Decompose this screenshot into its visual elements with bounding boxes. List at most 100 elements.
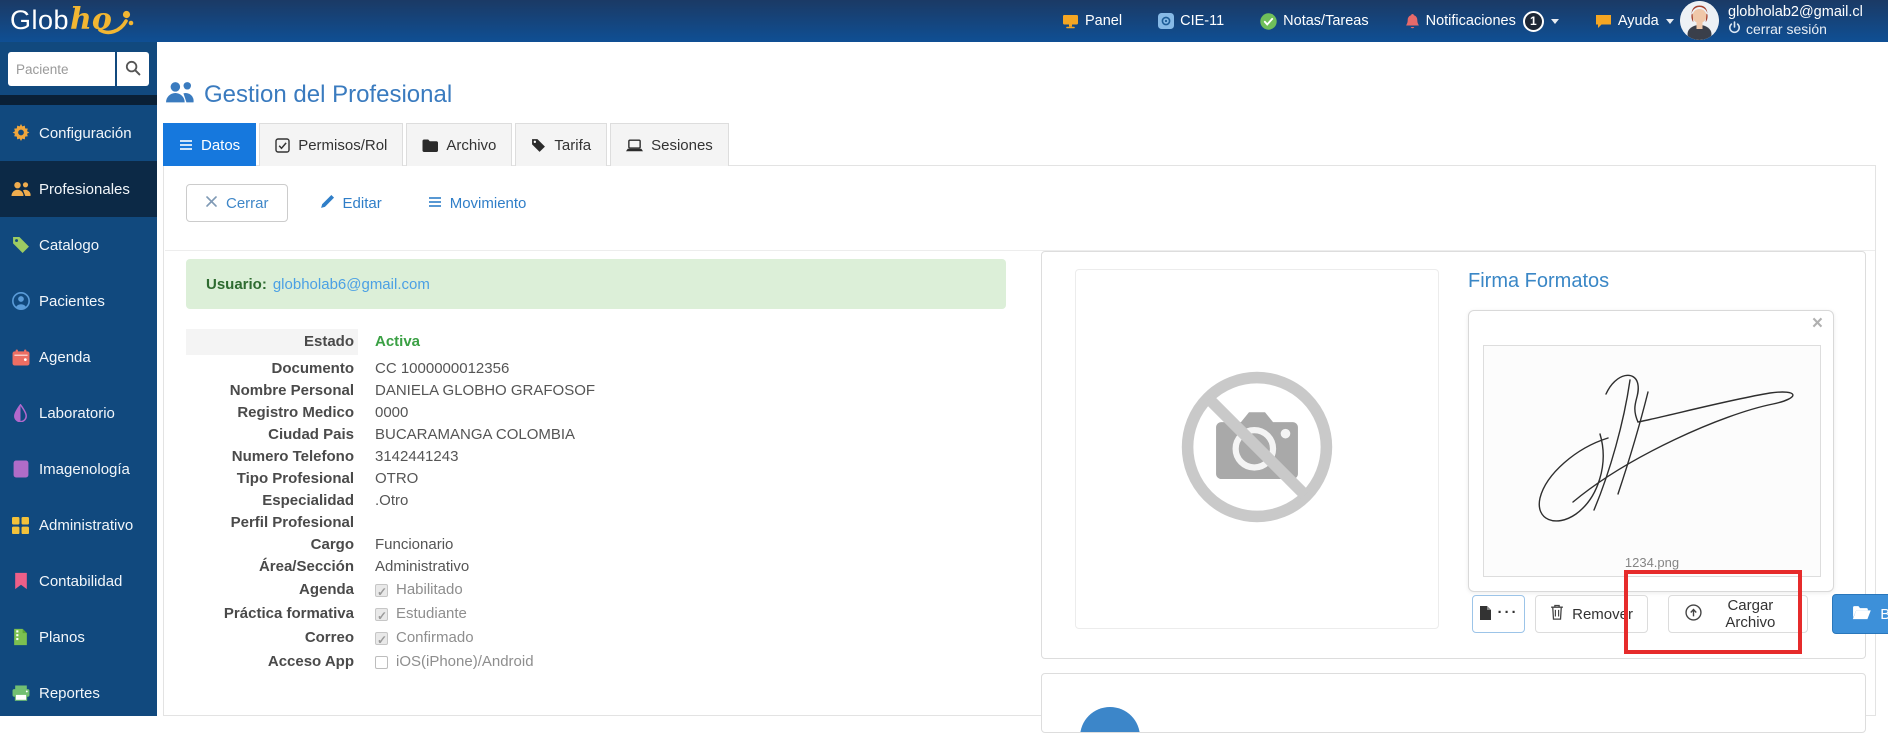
sidebar-item-profesionales[interactable]: Profesionales bbox=[0, 161, 157, 217]
menu-icon bbox=[428, 195, 442, 212]
sidebar-item-imagenologia[interactable]: Imagenología bbox=[0, 441, 157, 497]
field-label: Tipo Profesional bbox=[236, 470, 354, 487]
close-icon[interactable]: × bbox=[1812, 313, 1823, 335]
sidebar-item-agenda[interactable]: Agenda bbox=[0, 329, 157, 385]
checkbox-label: Confirmado bbox=[396, 629, 474, 646]
grid-icon bbox=[9, 516, 32, 534]
navbar-menu: Panel CIE-11 Notas/Tareas Notificaciones 1 Ay… bbox=[1062, 0, 1674, 42]
logout-button[interactable]: cerrar sesión bbox=[1728, 21, 1863, 37]
field-label: Acceso App bbox=[267, 653, 354, 670]
avatar[interactable] bbox=[1680, 1, 1719, 40]
field-label: Especialidad bbox=[262, 492, 354, 509]
logo-swoosh-icon bbox=[98, 7, 134, 41]
field-value: Habilitado bbox=[375, 578, 463, 604]
bell-icon bbox=[1405, 13, 1420, 30]
field-label: Perfil Profesional bbox=[230, 514, 354, 531]
checkbox[interactable] bbox=[375, 655, 388, 669]
signature-strokes bbox=[1538, 374, 1794, 522]
sidebar-item-label: Laboratorio bbox=[39, 404, 115, 422]
sidebar-item-pacientes[interactable]: Pacientes bbox=[0, 273, 157, 329]
nav-item-ayuda[interactable]: Ayuda bbox=[1595, 13, 1674, 29]
nav-item-label: Ayuda bbox=[1617, 13, 1659, 29]
upload-file-button[interactable]: Cargar Archivo bbox=[1667, 595, 1808, 633]
tab-tarifa[interactable]: Tarifa bbox=[515, 123, 608, 166]
blue-circle-icon bbox=[1080, 707, 1140, 732]
nav-item-label: Panel bbox=[1085, 13, 1123, 29]
tab-archivo[interactable]: Archivo bbox=[406, 123, 513, 166]
sidebar-divider bbox=[0, 95, 157, 105]
sidebar-item-contabilidad[interactable]: Contabilidad bbox=[0, 553, 157, 609]
field-value: .Otro bbox=[375, 492, 409, 509]
signature-card: × 1234.png bbox=[1468, 310, 1834, 592]
tabbar: Datos Permisos/Rol Archivo Tarifa Sesiones bbox=[163, 123, 732, 166]
field-row: Estado Activa bbox=[186, 329, 906, 355]
sidebar-item-label: Contabilidad bbox=[39, 572, 123, 590]
search-input[interactable] bbox=[8, 52, 115, 86]
tab-label: Datos bbox=[201, 136, 241, 154]
field-row: Área/Sección Administrativo bbox=[186, 556, 906, 578]
profile-fields: Estado Activa Documento CC 1000000012356 Nom… bbox=[186, 329, 906, 674]
checkbox[interactable] bbox=[375, 604, 388, 628]
field-value: Confirmado bbox=[375, 626, 474, 652]
nav-item-notificaciones[interactable]: Notificaciones 1 bbox=[1405, 10, 1559, 32]
sidebar-item-administrativo[interactable]: Administrativo bbox=[0, 497, 157, 553]
monitor-icon bbox=[1062, 14, 1079, 29]
firma-title: Firma Formatos bbox=[1468, 270, 1610, 292]
power-icon bbox=[1728, 21, 1741, 37]
field-value: BUCARAMANGA COLOMBIA bbox=[375, 426, 576, 443]
file-icon bbox=[1479, 605, 1492, 624]
tab-datos[interactable]: Datos bbox=[163, 123, 257, 166]
field-row: Práctica formativa Estudiante bbox=[186, 602, 906, 628]
trash-icon bbox=[1550, 604, 1564, 624]
tab-permisos-rol[interactable]: Permisos/Rol bbox=[259, 123, 404, 166]
user-banner-email-link[interactable]: globholab6@gmail.com bbox=[273, 276, 430, 293]
tab-label: Sesiones bbox=[651, 136, 713, 154]
field-label: Correo bbox=[304, 629, 354, 646]
file-options-button[interactable]: ··· bbox=[1472, 595, 1526, 633]
field-row: Numero Telefono 3142441243 bbox=[186, 446, 906, 468]
sidebar-menu: Configuración Profesionales Catalogo Pacien… bbox=[0, 105, 157, 721]
field-label: Documento bbox=[271, 360, 355, 377]
sidebar-item-laboratorio[interactable]: Laboratorio bbox=[0, 385, 157, 441]
sidebar-item-label: Pacientes bbox=[39, 292, 105, 310]
notification-badge: 1 bbox=[1522, 10, 1544, 32]
sidebar-item-label: Agenda bbox=[39, 348, 91, 366]
edit-button[interactable]: Editar bbox=[306, 184, 396, 222]
field-label: Área/Sección bbox=[258, 558, 354, 575]
sidebar-item-reportes[interactable]: Reportes bbox=[0, 665, 157, 721]
pencil-icon bbox=[320, 194, 335, 213]
patient-icon bbox=[9, 292, 32, 310]
checkbox[interactable] bbox=[375, 628, 388, 652]
tag-icon bbox=[9, 236, 32, 254]
logo[interactable]: Globho bbox=[10, 2, 134, 41]
gear-icon bbox=[9, 124, 32, 142]
field-label: Práctica formativa bbox=[223, 605, 354, 622]
field-label: Estado bbox=[186, 329, 358, 355]
browse-button[interactable]: Buscar .. bbox=[1831, 594, 1888, 634]
search-button[interactable] bbox=[117, 52, 149, 86]
sidebar-item-label: Administrativo bbox=[39, 516, 134, 534]
tab-sesiones[interactable]: Sesiones bbox=[610, 123, 729, 166]
upload-icon bbox=[1685, 603, 1702, 625]
sidebar-item-label: Imagenología bbox=[39, 460, 130, 478]
remove-button[interactable]: Remover bbox=[1535, 595, 1648, 633]
sidebar-item-configuracion[interactable]: Configuración bbox=[0, 105, 157, 161]
nav-item-cie11[interactable]: CIE-11 bbox=[1158, 13, 1224, 29]
signature-actions: ··· Remover Cargar Archivo Buscar .. bbox=[1472, 594, 1888, 634]
close-button[interactable]: Cerrar bbox=[186, 184, 288, 222]
nav-item-panel[interactable]: Panel bbox=[1062, 13, 1122, 29]
checkbox[interactable] bbox=[375, 580, 388, 604]
tab-label: Tarifa bbox=[554, 136, 592, 154]
nav-item-notas-tareas[interactable]: Notas/Tareas bbox=[1260, 12, 1369, 30]
sidebar-item-label: Profesionales bbox=[39, 180, 130, 198]
nav-item-label: CIE-11 bbox=[1180, 13, 1225, 29]
field-row: Acceso App iOS(iPhone)/Android bbox=[186, 650, 906, 674]
field-row: Agenda Habilitado bbox=[186, 578, 906, 604]
cie-icon bbox=[1158, 13, 1175, 29]
sidebar-item-catalogo[interactable]: Catalogo bbox=[0, 217, 157, 273]
toolbar: Cerrar Editar Movimiento bbox=[186, 184, 540, 222]
zip-file-icon bbox=[9, 628, 32, 646]
sidebar-item-planos[interactable]: Planos bbox=[0, 609, 157, 665]
movement-button[interactable]: Movimiento bbox=[414, 184, 541, 222]
field-row: Especialidad .Otro bbox=[186, 490, 906, 512]
